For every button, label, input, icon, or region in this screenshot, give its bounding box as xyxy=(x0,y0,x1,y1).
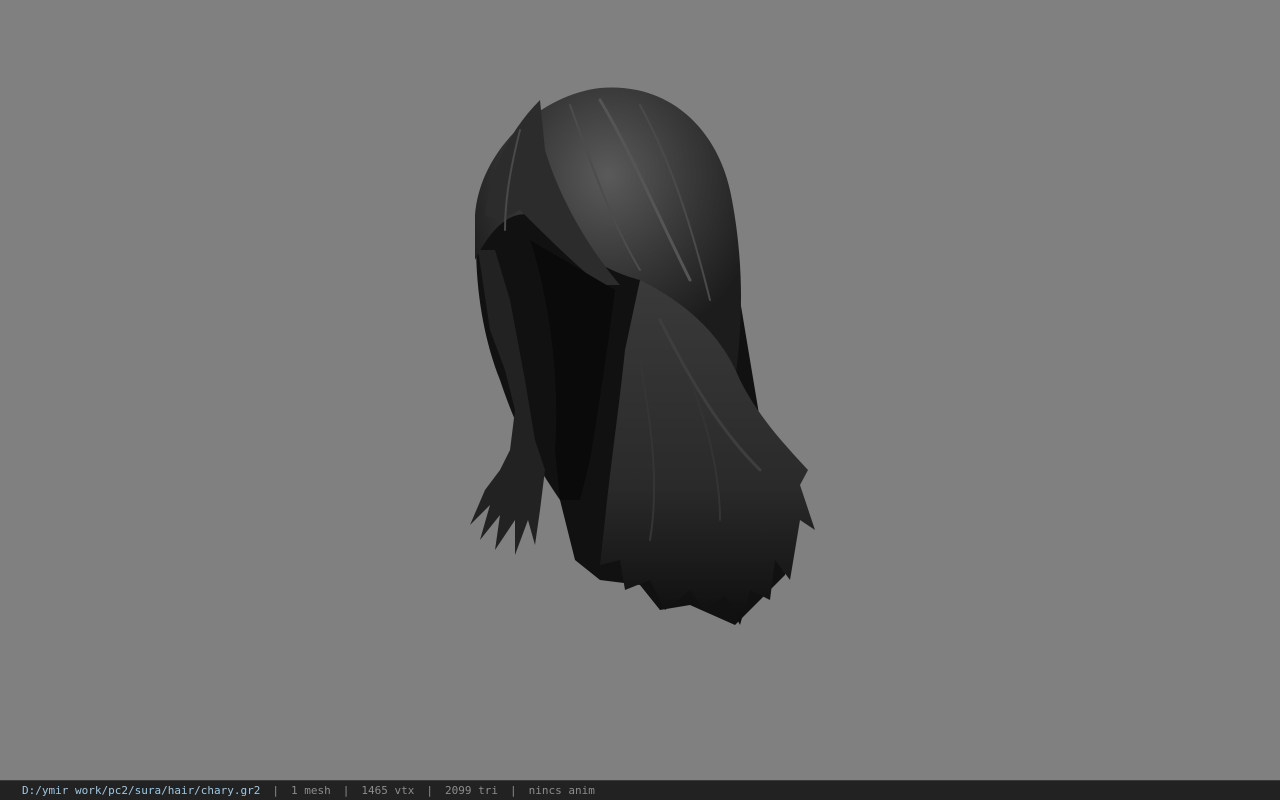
mesh-count-label: 1 mesh xyxy=(291,784,331,797)
status-separator: | xyxy=(510,784,517,797)
animation-status-label: nincs anim xyxy=(528,784,595,797)
triangle-count-label: 2099 tri xyxy=(445,784,499,797)
3d-viewport[interactable] xyxy=(0,0,1280,780)
status-separator: | xyxy=(272,784,280,797)
file-path-label: D:/ymir work/pc2/sura/hair/chary.gr2 xyxy=(22,784,261,797)
vertex-count-label: 1465 vtx xyxy=(361,784,415,797)
status-bar: D:/ymir work/pc2/sura/hair/chary.gr2 | 1… xyxy=(0,780,1280,800)
hair-model-render[interactable] xyxy=(0,0,1280,780)
status-separator: | xyxy=(342,784,350,797)
status-separator: | xyxy=(426,784,434,797)
